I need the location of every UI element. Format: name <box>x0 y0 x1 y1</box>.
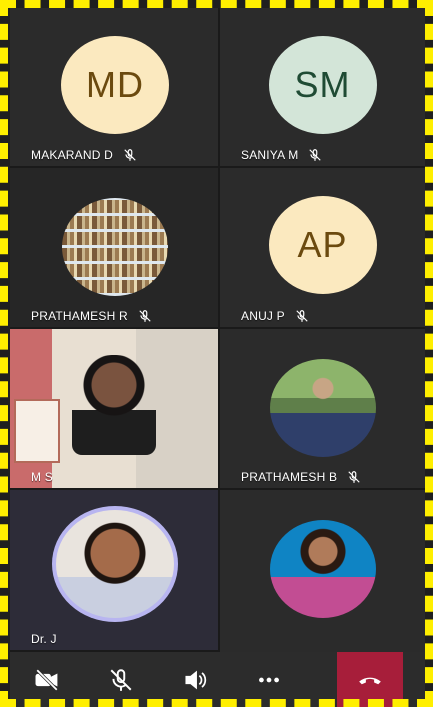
speaker-icon <box>185 670 207 689</box>
mic-off-icon <box>110 668 132 691</box>
profile-photo <box>62 198 168 296</box>
participant-tile-anuj[interactable]: AP ANUJ P <box>220 168 425 329</box>
mic-off-icon <box>296 310 308 322</box>
more-horizontal-icon <box>259 677 279 682</box>
mic-toggle-button[interactable] <box>84 652 158 707</box>
participant-tile-video[interactable]: M S <box>10 329 220 490</box>
call-controls-toolbar <box>10 652 425 707</box>
participant-grid: MD MAKARAND D SM SANIYA M PRATHAMESH R A… <box>10 8 425 652</box>
participant-name: ANUJ P <box>241 309 285 323</box>
video-call-stage: MD MAKARAND D SM SANIYA M PRATHAMESH R A… <box>10 8 425 652</box>
participant-name: Dr. J <box>31 632 57 646</box>
participant-tile-unnamed[interactable] <box>220 490 425 652</box>
participant-name: SANIYA M <box>241 148 299 162</box>
participant-name: MAKARAND D <box>31 148 114 162</box>
participant-name: M S <box>31 470 53 484</box>
video-off-icon <box>35 668 58 691</box>
background-window <box>14 399 60 463</box>
end-call-button[interactable] <box>337 652 403 707</box>
camera-toggle-button[interactable] <box>10 652 84 707</box>
participant-name-label: M S <box>31 470 53 484</box>
participant-name: PRATHAMESH R <box>31 309 128 323</box>
mic-off-icon <box>139 310 151 322</box>
participant-name-label: MAKARAND D <box>31 148 137 162</box>
speaker-button[interactable] <box>158 652 232 707</box>
participant-name-label: SANIYA M <box>241 148 322 162</box>
mic-off-icon <box>309 149 322 161</box>
profile-photo <box>56 510 174 618</box>
speaking-ring <box>52 506 178 622</box>
avatar: AP <box>268 196 377 294</box>
avatar: SM <box>268 36 377 134</box>
participant-video-feed <box>72 355 156 455</box>
mic-off-icon <box>124 149 136 161</box>
participant-name-label: Dr. J <box>31 632 57 646</box>
participant-name: PRATHAMESH B <box>241 470 338 484</box>
more-options-button[interactable] <box>232 652 306 707</box>
mic-off-icon <box>348 471 360 483</box>
participant-tile-prathamesh-r[interactable]: PRATHAMESH R <box>10 168 220 329</box>
profile-photo <box>269 520 376 618</box>
participant-name-label: PRATHAMESH R <box>31 309 152 323</box>
participant-name-label: ANUJ P <box>241 309 309 323</box>
avatar: MD <box>61 36 169 134</box>
profile-photo <box>269 359 376 457</box>
participant-tile-dr-j[interactable]: Dr. J <box>10 490 220 652</box>
participant-tile-makarand[interactable]: MD MAKARAND D <box>10 8 220 168</box>
phone-hangup-icon <box>359 677 381 684</box>
participant-name-label: PRATHAMESH B <box>241 470 361 484</box>
participant-tile-prathamesh-b[interactable]: PRATHAMESH B <box>220 329 425 490</box>
participant-tile-saniya[interactable]: SM SANIYA M <box>220 8 425 168</box>
